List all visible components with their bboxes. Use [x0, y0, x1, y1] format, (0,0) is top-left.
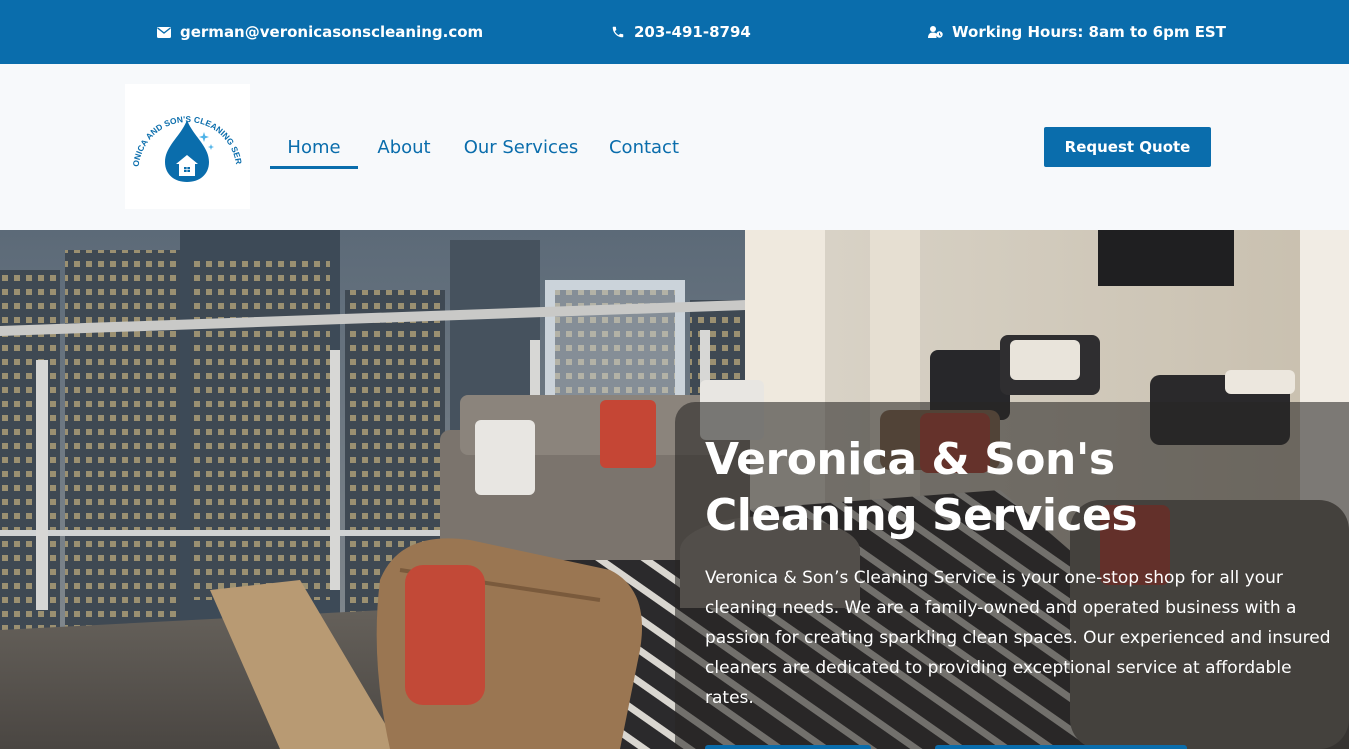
phone-text[interactable]: 203-491-8794: [634, 23, 751, 41]
working-hours-text: Working Hours: 8am to 6pm EST: [952, 23, 1226, 41]
envelope-icon: [157, 26, 171, 38]
hero-description: Veronica & Son’s Cleaning Service is you…: [705, 568, 1331, 708]
site-header: VERONICA AND SON'S CLEANING SERVICE Home…: [0, 64, 1349, 230]
phone-icon: [612, 26, 624, 38]
hero-title: Veronica & Son's Cleaning Services: [705, 434, 1138, 541]
email-text[interactable]: german@veronicasonscleaning.com: [180, 23, 483, 41]
nav-our-services[interactable]: Our Services: [450, 64, 592, 230]
nav-about-label: About: [377, 136, 431, 158]
working-hours: Working Hours: 8am to 6pm EST: [928, 0, 1226, 64]
user-clock-icon: [928, 26, 943, 38]
nav-contact[interactable]: Contact: [592, 64, 696, 230]
email-contact[interactable]: german@veronicasonscleaning.com: [157, 0, 483, 64]
hero-primary-button[interactable]: [705, 745, 871, 749]
nav-about[interactable]: About: [358, 64, 450, 230]
phone-contact[interactable]: 203-491-8794: [611, 0, 751, 64]
nav-home[interactable]: Home: [270, 64, 358, 230]
site-logo[interactable]: VERONICA AND SON'S CLEANING SERVICE: [125, 84, 250, 209]
main-navigation: Home About Our Services Contact: [270, 64, 696, 230]
hero-secondary-button[interactable]: [935, 745, 1187, 749]
nav-our-services-label: Our Services: [463, 136, 579, 158]
nav-contact-label: Contact: [608, 136, 680, 158]
request-quote-button[interactable]: Request Quote: [1044, 127, 1211, 167]
top-contact-bar: german@veronicasonscleaning.com 203-491-…: [0, 0, 1349, 64]
active-nav-underline: [270, 166, 358, 169]
nav-home-label: Home: [287, 136, 341, 158]
